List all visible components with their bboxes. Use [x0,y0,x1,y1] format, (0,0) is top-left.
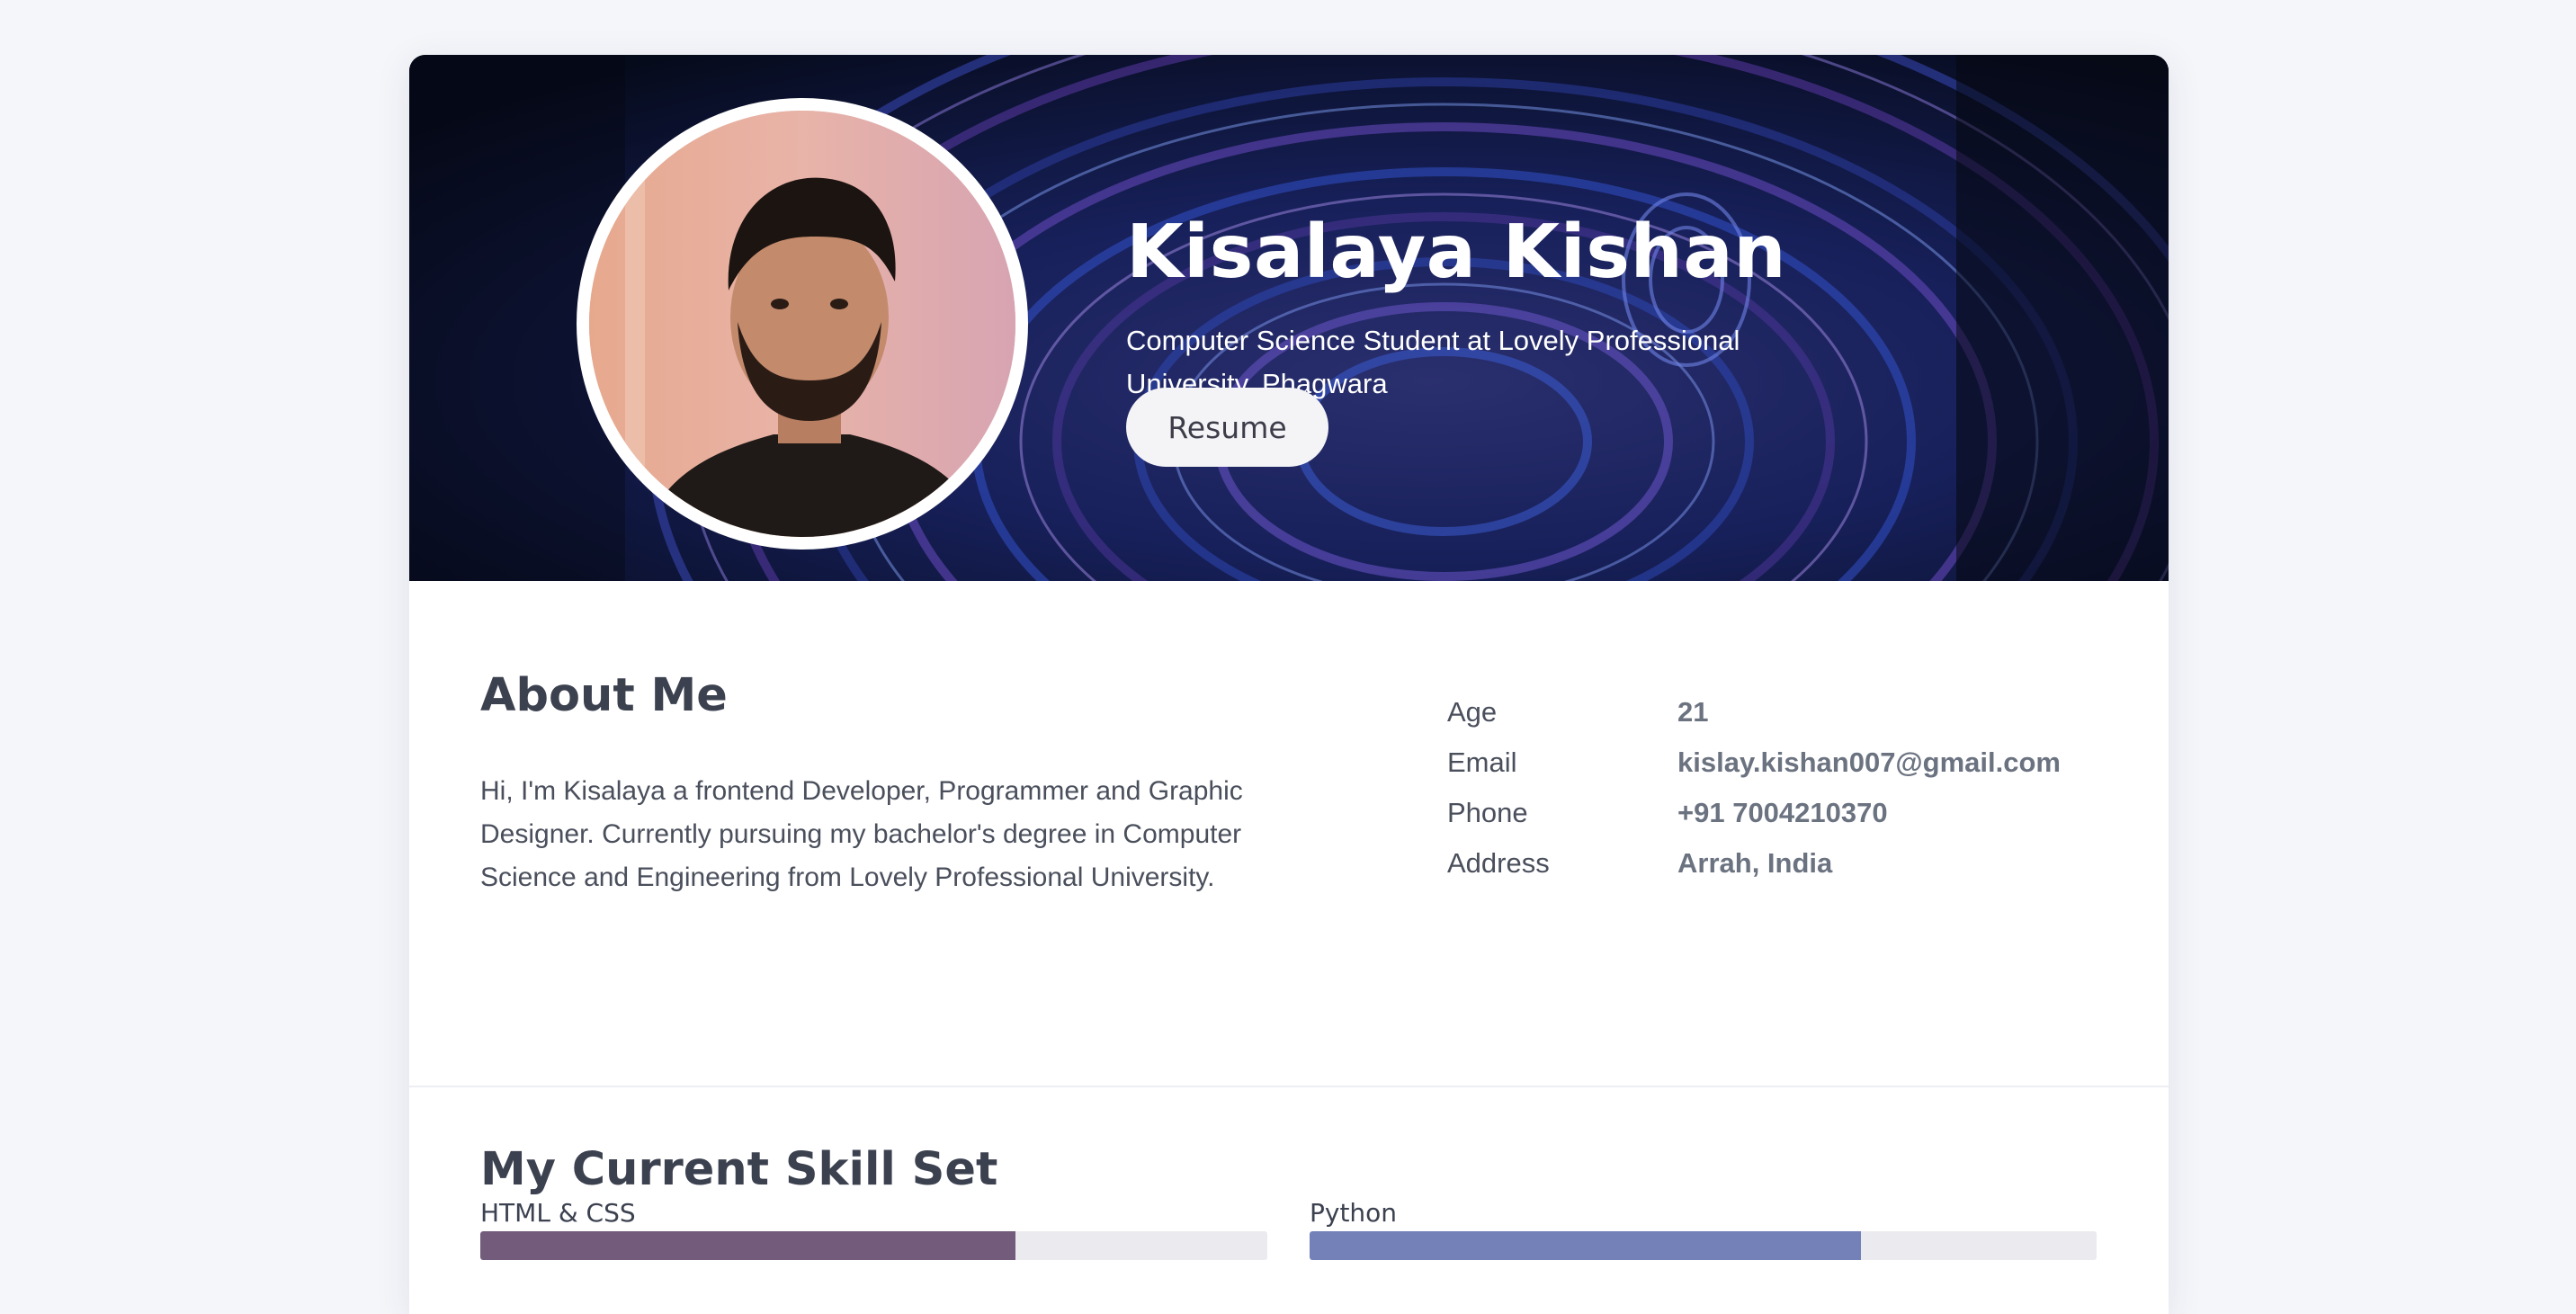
personal-info-list: Age 21 Email kislay.kishan007@gmail.com … [1447,687,2061,889]
info-label: Email [1447,746,1517,778]
skill-progress-fill [1310,1231,1861,1260]
skill-label: HTML & CSS [480,1198,636,1228]
skill-progress-fill [480,1231,1015,1260]
info-value: 21 [1677,696,1709,728]
skill-progress-track [480,1231,1267,1260]
resume-button[interactable]: Resume [1126,388,1328,467]
info-label: Age [1447,696,1498,728]
profile-photo [589,111,1015,537]
profile-name: Kisalaya Kishan [1126,210,1787,295]
skills-title: My Current Skill Set [480,1143,998,1196]
info-value: +91 7004210370 [1677,797,1888,828]
info-label: Address [1447,847,1550,879]
info-value-email[interactable]: kislay.kishan007@gmail.com [1677,746,2061,779]
about-title: About Me [480,669,728,722]
skill-label: Python [1310,1198,1398,1228]
section-divider [409,1086,2169,1087]
info-row-age: Age 21 [1447,687,2061,737]
info-row-address: Address Arrah, India [1447,838,2061,889]
info-row-email: Email kislay.kishan007@gmail.com [1447,737,2061,788]
info-value: Arrah, India [1677,847,1833,879]
skill-python: Python [1310,1197,2097,1260]
info-row-phone: Phone +91 7004210370 [1447,788,2061,838]
about-section: About Me Hi, I'm Kisalaya a frontend Dev… [409,581,2169,1086]
info-label: Phone [1447,797,1528,828]
hero-banner: Kisalaya Kishan Computer Science Student… [409,55,2169,581]
avatar [577,98,1028,550]
skill-html-css: HTML & CSS [480,1197,1267,1260]
skill-progress-track [1310,1231,2097,1260]
profile-card: Kisalaya Kishan Computer Science Student… [409,55,2169,1314]
about-text: Hi, I'm Kisalaya a frontend Developer, P… [480,776,1243,892]
